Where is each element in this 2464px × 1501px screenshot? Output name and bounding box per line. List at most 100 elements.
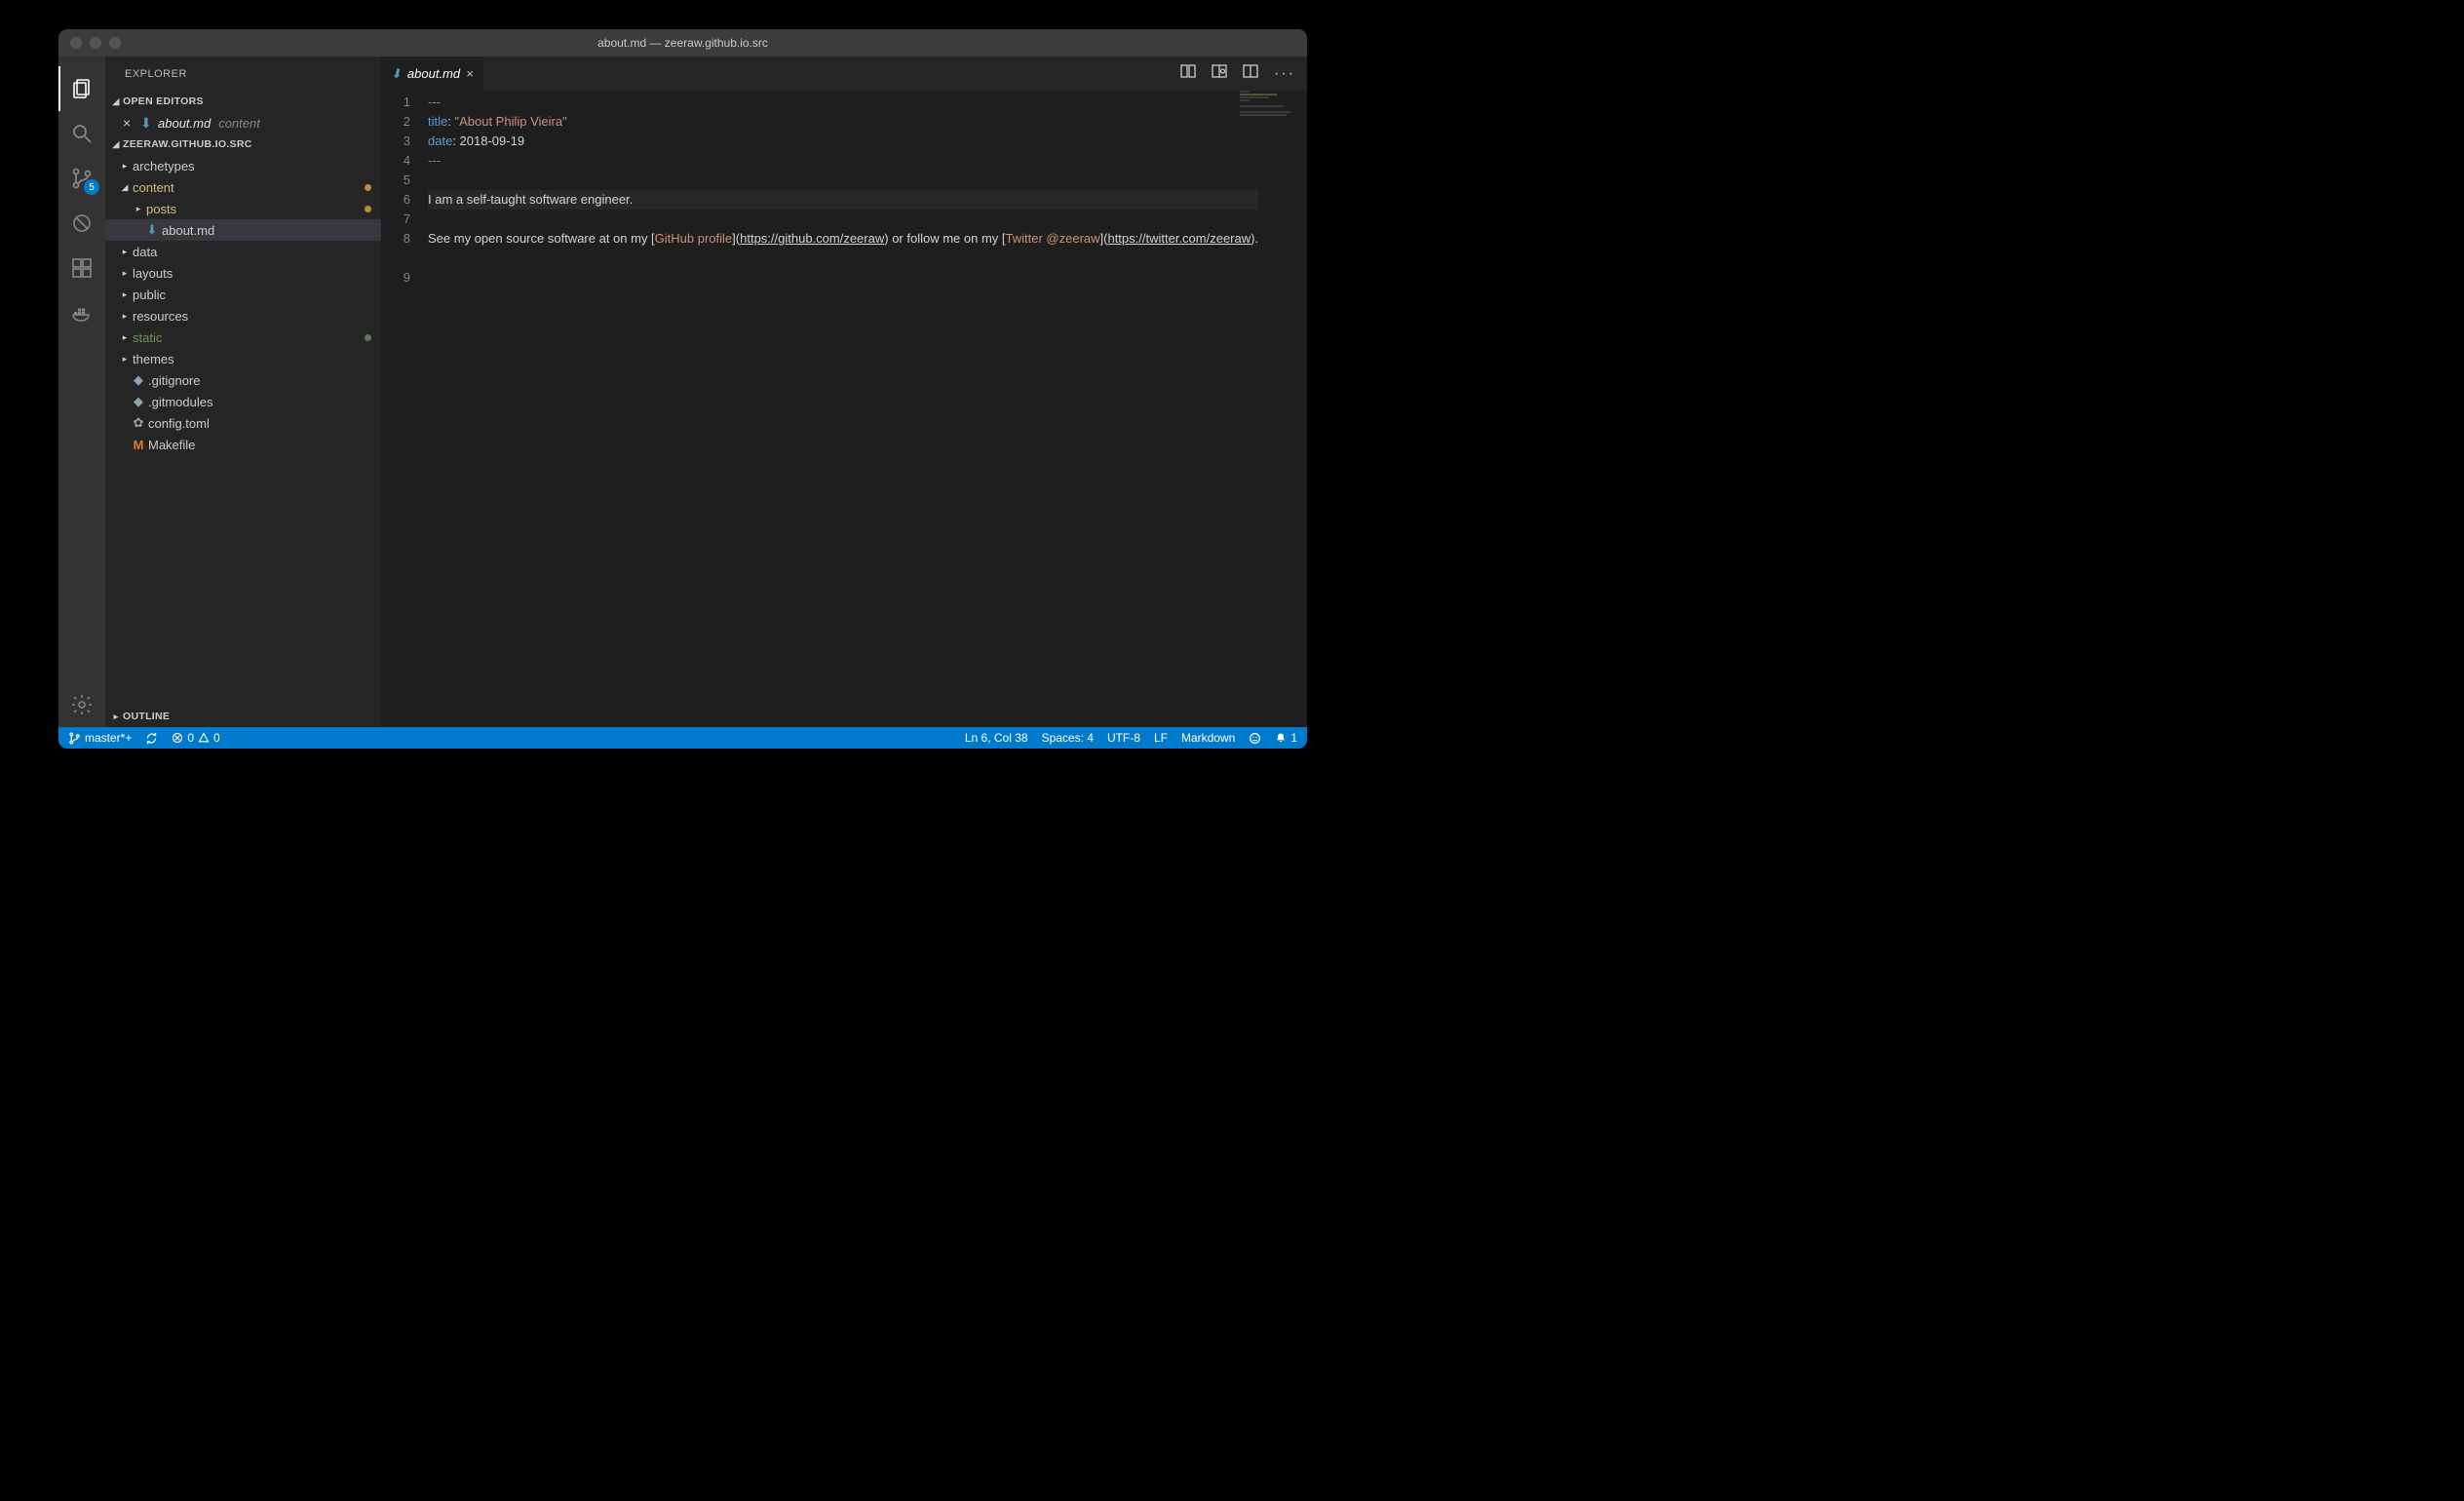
extensions-icon <box>70 256 94 280</box>
section-project[interactable]: ◢ ZEERAW.GITHUB.IO.SRC <box>105 134 381 155</box>
git-modified-dot <box>365 184 371 191</box>
activity-extensions[interactable] <box>58 246 105 290</box>
code-text: 2018-09-19 <box>460 134 525 148</box>
code-area[interactable]: --- title: "About Philip Vieira" date: 2… <box>428 91 1307 727</box>
more-icon[interactable]: ··· <box>1274 65 1295 83</box>
close-icon[interactable]: × <box>123 115 136 131</box>
search-icon <box>70 122 94 145</box>
line-number: 6 <box>381 190 428 210</box>
editor-body[interactable]: 1 2 3 4 5 6 7 8 9 --- title: "About Phil… <box>381 91 1307 727</box>
status-sync[interactable] <box>145 732 158 745</box>
tree-file-config[interactable]: ✿ config.toml <box>105 412 381 434</box>
sidebar: EXPLORER ◢ OPEN EDITORS × ⬇ about.md con… <box>105 57 381 727</box>
tree-label: about.md <box>162 223 214 238</box>
activity-search[interactable] <box>58 111 105 156</box>
status-cursor[interactable]: Ln 6, Col 38 <box>965 731 1028 745</box>
open-editor-name: about.md <box>158 116 211 131</box>
line-number: 5 <box>381 171 428 190</box>
close-window-button[interactable] <box>70 37 82 49</box>
section-open-editors[interactable]: ◢ OPEN EDITORS <box>105 91 381 112</box>
chevron-down-icon: ◢ <box>109 96 123 107</box>
gear-icon: ✿ <box>131 415 146 431</box>
status-bell-count: 1 <box>1290 731 1297 745</box>
code-text: date <box>428 134 452 148</box>
tree-folder-resources[interactable]: ▸ resources <box>105 305 381 327</box>
tree-folder-layouts[interactable]: ▸ layouts <box>105 262 381 284</box>
tree-label: layouts <box>133 266 173 281</box>
line-number <box>381 249 428 268</box>
status-notifications[interactable]: 1 <box>1275 731 1297 745</box>
tree-file-makefile[interactable]: M Makefile <box>105 434 381 455</box>
git-file-icon: ◆ <box>131 372 146 388</box>
tree-label: config.toml <box>148 416 210 431</box>
tree-folder-public[interactable]: ▸ public <box>105 284 381 305</box>
gear-icon <box>70 693 94 716</box>
tab-about-md[interactable]: ⬇ about.md × <box>381 57 483 91</box>
code-text: https://github.com/zeeraw <box>740 231 884 246</box>
status-eol[interactable]: LF <box>1154 731 1168 745</box>
line-number: 9 <box>381 268 428 288</box>
chevron-right-icon: ▸ <box>109 712 123 722</box>
tab-label: about.md <box>407 66 460 81</box>
titlebar-title: about.md — zeeraw.github.io.src <box>58 36 1307 50</box>
titlebar[interactable]: about.md — zeeraw.github.io.src <box>58 29 1307 57</box>
error-icon <box>172 732 183 744</box>
tree-label: static <box>133 330 162 345</box>
chevron-right-icon: ▸ <box>119 311 131 322</box>
files-icon <box>70 77 94 100</box>
tree-label: content <box>133 180 174 195</box>
code-text: ]( <box>732 231 740 246</box>
status-problems[interactable]: 0 0 <box>172 731 219 745</box>
makefile-icon: M <box>131 438 146 452</box>
status-feedback[interactable] <box>1249 732 1261 745</box>
tree-file-gitignore[interactable]: ◆ .gitignore <box>105 369 381 391</box>
activity-scm[interactable]: 5 <box>58 156 105 201</box>
activity-debug[interactable] <box>58 201 105 246</box>
open-editor-path: content <box>218 116 260 131</box>
zoom-window-button[interactable] <box>109 37 121 49</box>
docker-icon <box>70 301 94 325</box>
status-spaces[interactable]: Spaces: 4 <box>1042 731 1094 745</box>
chevron-right-icon: ▸ <box>119 247 131 257</box>
tree-folder-data[interactable]: ▸ data <box>105 241 381 262</box>
status-branch[interactable]: master*+ <box>68 731 132 745</box>
minimize-window-button[interactable] <box>90 37 101 49</box>
tree-label: posts <box>146 202 176 216</box>
activity-settings[interactable] <box>58 682 105 727</box>
status-language[interactable]: Markdown <box>1181 731 1235 745</box>
split-editor-icon[interactable] <box>1243 63 1258 84</box>
git-untracked-dot <box>365 334 371 341</box>
activity-bar: 5 <box>58 57 105 727</box>
status-errors: 0 <box>187 731 194 745</box>
chevron-right-icon: ▸ <box>133 204 144 214</box>
preview-side-icon[interactable] <box>1212 63 1227 84</box>
close-icon[interactable]: × <box>466 66 474 81</box>
open-changes-icon[interactable] <box>1180 63 1196 84</box>
tree-folder-posts[interactable]: ▸ posts <box>105 198 381 219</box>
chevron-right-icon: ▸ <box>119 289 131 300</box>
tree-folder-archetypes[interactable]: ▸ archetypes <box>105 155 381 176</box>
code-text: "About Philip Vieira" <box>454 114 566 129</box>
tree-folder-themes[interactable]: ▸ themes <box>105 348 381 369</box>
chevron-down-icon: ◢ <box>109 139 123 150</box>
bell-icon <box>1275 732 1287 744</box>
git-modified-dot <box>365 206 371 212</box>
section-outline[interactable]: ▸ OUTLINE <box>105 706 381 727</box>
code-text: I am a self-taught software engineer. <box>428 192 633 207</box>
activity-explorer[interactable] <box>58 66 105 111</box>
open-editor-item[interactable]: × ⬇ about.md content <box>105 112 381 134</box>
window-controls <box>58 37 121 49</box>
tree-folder-content[interactable]: ◢ content <box>105 176 381 198</box>
tree-file-gitmodules[interactable]: ◆ .gitmodules <box>105 391 381 412</box>
code-text: See my open source software at on my [ <box>428 231 655 246</box>
activity-docker[interactable] <box>58 290 105 335</box>
status-branch-label: master*+ <box>85 731 132 745</box>
git-branch-icon <box>68 732 81 745</box>
chevron-down-icon: ◢ <box>119 182 131 193</box>
section-open-editors-label: OPEN EDITORS <box>123 96 204 107</box>
tree-folder-static[interactable]: ▸ static <box>105 327 381 348</box>
section-project-label: ZEERAW.GITHUB.IO.SRC <box>123 138 252 150</box>
status-encoding[interactable]: UTF-8 <box>1107 731 1140 745</box>
line-number: 8 <box>381 229 428 249</box>
tree-file-about[interactable]: ⬇ about.md <box>105 219 381 241</box>
